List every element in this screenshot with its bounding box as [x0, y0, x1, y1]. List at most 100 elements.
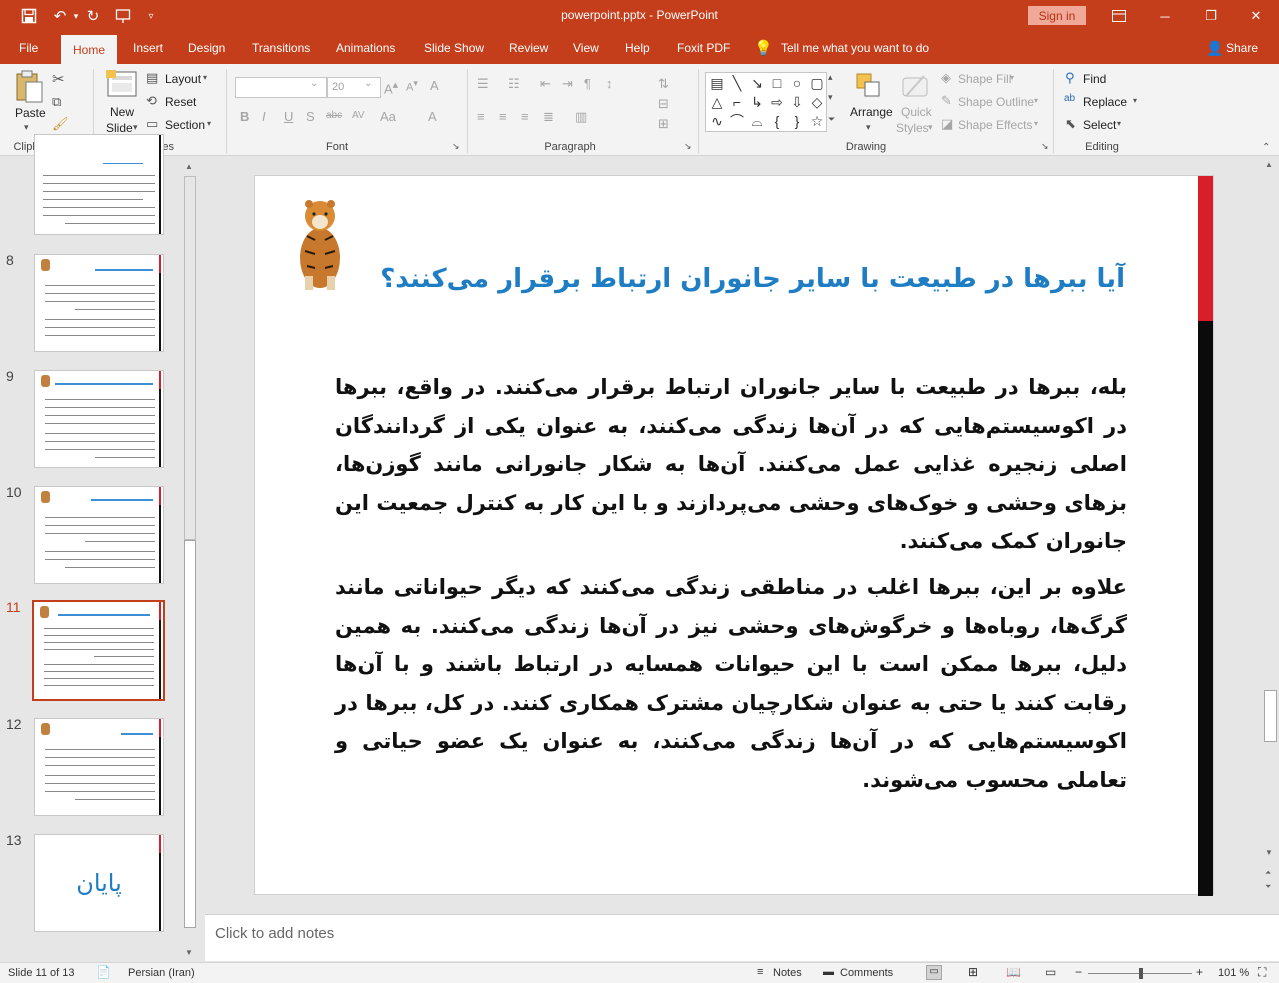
- layout-button[interactable]: Layout: [165, 72, 201, 86]
- down-arrow-shape-icon[interactable]: ⇩: [788, 93, 806, 111]
- text-direction-icon[interactable]: ⇅: [658, 76, 669, 92]
- notes-placeholder[interactable]: Click to add notes: [215, 925, 334, 942]
- quick-styles-label-1[interactable]: Quick: [901, 105, 932, 119]
- previous-slide-icon[interactable]: ⏶: [1265, 868, 1271, 878]
- elbow-arrow-shape-icon[interactable]: ↳: [748, 93, 766, 111]
- replace-button[interactable]: Replace: [1083, 95, 1127, 109]
- restore-icon[interactable]: ❐: [1188, 0, 1234, 32]
- language-indicator[interactable]: Persian (Iran): [128, 967, 195, 979]
- left-brace-shape-icon[interactable]: {: [768, 112, 786, 130]
- collapse-ribbon-icon[interactable]: ⌃: [1262, 142, 1270, 153]
- text-shadow-icon[interactable]: S: [306, 109, 315, 124]
- copy-icon[interactable]: ⧉: [52, 94, 61, 110]
- select-button[interactable]: Select: [1083, 118, 1116, 132]
- paste-button[interactable]: Paste: [15, 106, 46, 120]
- font-launcher-icon[interactable]: ↘: [452, 141, 460, 152]
- tab-review[interactable]: Review: [509, 32, 548, 64]
- shape-outline-dropdown-icon[interactable]: ▾: [1034, 96, 1038, 105]
- shapes-gallery[interactable]: ▤ ╲ ↘ □ ○ ▢ △ ⌐ ↳ ⇨ ⇩ ◇ ∿ ⌒ ⌓ { } ☆: [705, 72, 827, 132]
- slide-thumbnail-11[interactable]: [32, 600, 165, 701]
- tab-design[interactable]: Design: [188, 32, 225, 64]
- tab-home[interactable]: Home: [61, 35, 118, 64]
- shape-outline-button[interactable]: Shape Outline: [958, 95, 1034, 109]
- align-left-icon[interactable]: ≡: [477, 109, 485, 124]
- shape-effects-button[interactable]: Shape Effects: [958, 118, 1033, 132]
- font-color-icon[interactable]: A: [428, 109, 437, 124]
- tab-help[interactable]: Help: [625, 32, 650, 64]
- rtl-icon[interactable]: ¶: [584, 76, 591, 91]
- textbox-shape-icon[interactable]: ▤: [708, 74, 726, 92]
- slide-body-textbox[interactable]: بله، ببرها در طبیعت با سایر جانوران ارتب…: [335, 368, 1127, 807]
- rectangle-shape-icon[interactable]: □: [768, 74, 786, 92]
- slide-vertical-scrollbar[interactable]: ▲ ▼ ⏶ ⏷: [1262, 156, 1279, 910]
- replace-dropdown-icon[interactable]: ▾: [1133, 96, 1137, 105]
- scroll-up-icon[interactable]: ▲: [1265, 160, 1273, 169]
- zoom-out-icon[interactable]: −: [1075, 965, 1082, 979]
- quick-styles-icon[interactable]: [900, 72, 930, 103]
- ribbon-display-options-icon[interactable]: [1096, 0, 1142, 32]
- paragraph-launcher-icon[interactable]: ↘: [684, 141, 692, 152]
- notes-button[interactable]: Notes: [773, 967, 802, 979]
- zoom-in-icon[interactable]: +: [1196, 965, 1203, 979]
- new-slide-icon[interactable]: [106, 70, 138, 103]
- section-button[interactable]: Section: [165, 118, 205, 132]
- curved-connector-shape-icon[interactable]: ⌓: [748, 112, 766, 130]
- line-shape-icon[interactable]: ╲: [728, 74, 746, 92]
- slide-thumbnail-7[interactable]: [34, 134, 164, 235]
- shapes-scroll-down-icon[interactable]: ▾: [828, 92, 833, 103]
- notes-pane[interactable]: Click to add notes: [205, 914, 1279, 961]
- clear-formatting-icon[interactable]: A: [430, 78, 439, 93]
- bold-icon[interactable]: B: [240, 109, 249, 124]
- rounded-rectangle-shape-icon[interactable]: ▢: [808, 74, 826, 92]
- normal-view-icon[interactable]: ▭: [926, 965, 942, 980]
- bullets-icon[interactable]: ☰: [477, 76, 489, 92]
- elbow-connector-shape-icon[interactable]: ⌐: [728, 93, 746, 111]
- arrow-shape-icon[interactable]: ↘: [748, 74, 766, 92]
- find-button[interactable]: Find: [1083, 72, 1106, 86]
- shape-fill-button[interactable]: Shape Fill: [958, 72, 1011, 86]
- section-dropdown-icon[interactable]: ▾: [207, 119, 211, 128]
- thumbnails-scrollbar[interactable]: ▲ ▼: [183, 160, 197, 960]
- comments-button[interactable]: Comments: [840, 967, 893, 979]
- format-painter-icon[interactable]: 🖌: [52, 116, 69, 132]
- tab-file[interactable]: File: [19, 32, 38, 64]
- arrange-icon[interactable]: [855, 72, 883, 103]
- tell-me-search[interactable]: Tell me what you want to do: [781, 32, 929, 64]
- arrange-button[interactable]: Arrange: [850, 105, 893, 119]
- fit-slide-icon[interactable]: ⛶: [1258, 965, 1266, 980]
- slide-show-icon[interactable]: ▭: [1045, 965, 1056, 979]
- layout-dropdown-icon[interactable]: ▾: [203, 73, 207, 82]
- star-shape-icon[interactable]: ☆: [808, 112, 826, 130]
- tiger-image[interactable]: [289, 196, 351, 292]
- scroll-up-icon[interactable]: ▲: [185, 162, 193, 171]
- increase-font-icon[interactable]: A▴: [384, 78, 398, 96]
- font-name-dropdown-icon[interactable]: ⌄: [310, 78, 318, 89]
- shapes-scroll-up-icon[interactable]: ▴: [828, 72, 833, 83]
- columns-icon[interactable]: ▥: [575, 109, 587, 125]
- slide-title[interactable]: آیا ببرها در طبیعت با سایر جانوران ارتبا…: [365, 264, 1125, 294]
- slide-thumbnail-12[interactable]: [34, 718, 164, 816]
- tab-insert[interactable]: Insert: [133, 32, 163, 64]
- new-slide-dropdown-icon[interactable]: ▾: [133, 122, 138, 133]
- numbering-icon[interactable]: ☷: [508, 76, 520, 92]
- justify-icon[interactable]: ≣: [543, 109, 554, 125]
- strikethrough-icon[interactable]: abc: [326, 110, 342, 121]
- spell-check-icon[interactable]: 📄: [96, 965, 111, 979]
- select-dropdown-icon[interactable]: ▾: [1117, 119, 1121, 128]
- scroll-down-icon[interactable]: ▼: [1265, 848, 1273, 857]
- tab-foxit-pdf[interactable]: Foxit PDF: [677, 32, 730, 64]
- decrease-font-icon[interactable]: A▾: [406, 78, 418, 94]
- curve-shape-icon[interactable]: ∿: [708, 112, 726, 130]
- slide-scroll-thumb[interactable]: [1264, 690, 1277, 742]
- right-arrow-shape-icon[interactable]: ⇨: [768, 93, 786, 111]
- new-slide-label-2[interactable]: Slide: [106, 121, 133, 135]
- right-brace-shape-icon[interactable]: }: [788, 112, 806, 130]
- increase-indent-icon[interactable]: ⇥: [562, 76, 573, 92]
- slide-thumbnail-9[interactable]: [34, 370, 164, 468]
- slide-sorter-icon[interactable]: ⊞: [968, 965, 978, 979]
- zoom-slider-thumb[interactable]: [1139, 968, 1143, 979]
- smartart-icon[interactable]: ⊞: [658, 116, 669, 132]
- align-text-icon[interactable]: ⊟: [658, 96, 669, 112]
- oval-shape-icon[interactable]: ○: [788, 74, 806, 92]
- slide-thumbnail-13[interactable]: پایان: [34, 834, 164, 932]
